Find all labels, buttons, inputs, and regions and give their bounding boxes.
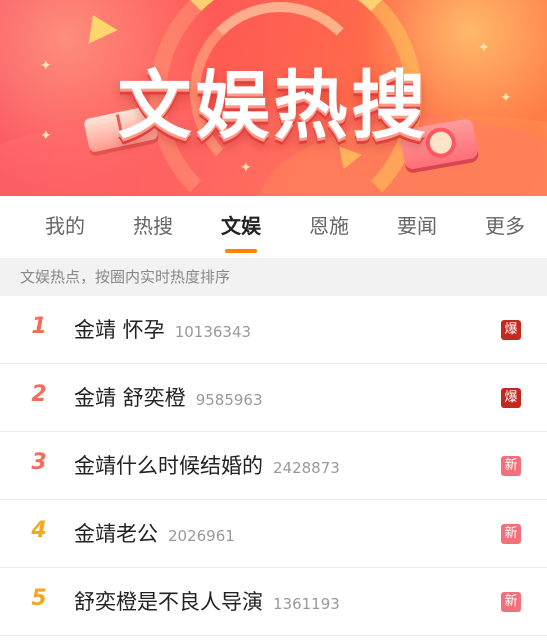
tab-mine[interactable]: 我的 — [30, 210, 100, 239]
rank-number: 2 — [31, 382, 47, 407]
list-item[interactable]: 3 金靖什么时候结婚的 2428873 新 — [0, 432, 547, 500]
hot-badge-icon: 爆 — [501, 320, 521, 340]
item-title[interactable]: 金靖什么时候结婚的 — [74, 454, 263, 478]
list-item[interactable]: 4 金靖老公 2026961 新 — [0, 500, 547, 568]
banner: ✦ ✦ ✦ ✦ ✦ 文娱热搜 — [0, 0, 547, 196]
new-badge-icon: 新 — [501, 456, 521, 476]
banner-title: 文娱热搜 — [117, 63, 430, 149]
new-badge-icon: 新 — [501, 592, 521, 612]
tab-hot-search[interactable]: 热搜 — [118, 210, 188, 239]
item-hot-count: 9585963 — [195, 391, 263, 409]
item-hot-count: 10136343 — [174, 323, 252, 341]
section-subtitle: 文娱热点，按圈内实时热度排序 — [0, 258, 547, 296]
new-badge-icon: 新 — [501, 524, 521, 544]
active-tab-indicator — [225, 249, 257, 253]
hot-badge-icon: 爆 — [501, 388, 521, 408]
item-title[interactable]: 金靖 舒奕橙 — [74, 386, 186, 410]
sparkle-icon: ✦ — [240, 160, 252, 176]
item-hot-count: 2428873 — [273, 459, 340, 477]
cone-decoration-icon — [78, 8, 118, 44]
tab-enshi[interactable]: 恩施 — [294, 210, 364, 239]
item-hot-count: 2026961 — [168, 527, 235, 545]
item-title[interactable]: 金靖老公 — [74, 522, 158, 546]
item-title[interactable]: 金靖 怀孕 — [74, 318, 165, 342]
tab-more[interactable]: 更多 — [470, 210, 540, 239]
item-title[interactable]: 舒奕橙是不良人导演 — [74, 590, 263, 614]
list-item[interactable]: 5 舒奕橙是不良人导演 1361193 新 — [0, 568, 547, 636]
list-item[interactable]: 2 金靖 舒奕橙 9585963 爆 — [0, 364, 547, 432]
rank-number: 1 — [31, 314, 47, 339]
item-hot-count: 1361193 — [273, 595, 340, 613]
rank-number: 3 — [31, 450, 47, 475]
list-item[interactable]: 1 金靖 怀孕 10136343 爆 — [0, 296, 547, 364]
tab-bar: 我的 热搜 文娱 恩施 要闻 更多 — [0, 196, 547, 258]
tab-news[interactable]: 要闻 — [382, 210, 452, 239]
rank-number: 4 — [31, 518, 47, 543]
hot-search-list: 1 金靖 怀孕 10136343 爆 2 金靖 舒奕橙 9585963 爆 3 金靖… — [0, 296, 547, 636]
rank-number: 5 — [31, 586, 47, 611]
tab-entertainment[interactable]: 文娱 — [206, 210, 276, 239]
